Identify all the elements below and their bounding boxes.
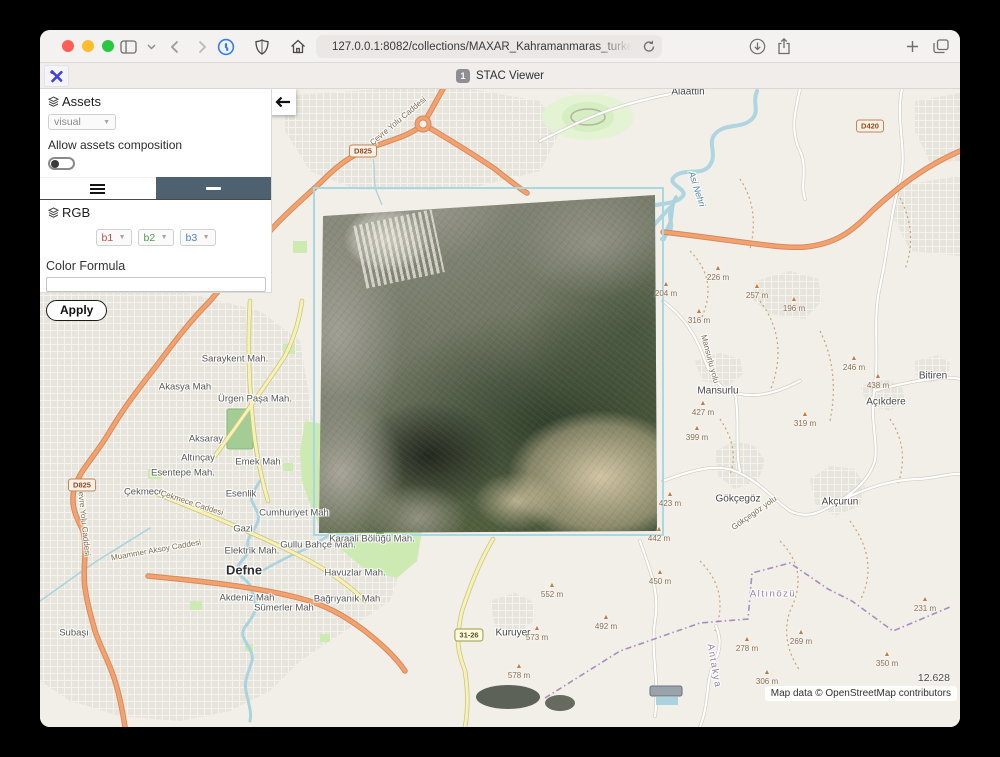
- tab-overview-icon[interactable]: [931, 37, 951, 56]
- assets-label: Assets: [62, 94, 101, 109]
- tab-favicon-badge: 1: [456, 69, 470, 83]
- chevron-down-icon: ▼: [161, 234, 168, 241]
- map-attribution: Map data © OpenStreetMap contributors: [765, 686, 957, 701]
- assets-select[interactable]: visual ▼: [48, 114, 116, 130]
- hamburger-icon: [90, 182, 105, 196]
- back-nav-icon[interactable]: [164, 37, 184, 56]
- browser-tab-bar: 1 STAC Viewer: [40, 63, 960, 89]
- band-red-select[interactable]: b1 ▼: [96, 229, 132, 246]
- color-formula-input[interactable]: [46, 277, 266, 292]
- home-icon[interactable]: [288, 37, 308, 56]
- url-text: 127.0.0.1:8082/collections/MAXAR_Kahrama…: [332, 41, 632, 53]
- browser-window: 127.0.0.1:8082/collections/MAXAR_Kahrama…: [40, 30, 960, 727]
- assets-stack-icon: [48, 96, 59, 107]
- zoom-level-display: 12.628: [918, 672, 950, 684]
- allow-assets-composition-label: Allow assets composition: [48, 138, 263, 152]
- apply-button[interactable]: Apply: [46, 300, 107, 321]
- forward-nav-icon[interactable]: [192, 37, 212, 56]
- new-tab-icon[interactable]: [902, 37, 922, 56]
- band-selectors: b1 ▼ b2 ▼ b3 ▼: [40, 229, 271, 246]
- minus-icon: [206, 187, 221, 190]
- satellite-image-overlay: [313, 187, 664, 536]
- chevron-down-icon: ▼: [119, 234, 126, 241]
- sidebar-toggle-icon[interactable]: [118, 37, 138, 56]
- tab-minimize[interactable]: [156, 177, 272, 199]
- close-window-button[interactable]: [62, 40, 74, 52]
- color-formula-label: Color Formula: [46, 259, 265, 273]
- toggle-knob: [51, 160, 59, 168]
- privacy-shield-icon[interactable]: [252, 37, 272, 56]
- rgb-stack-icon: [48, 207, 59, 218]
- tab-band-controls[interactable]: [40, 177, 156, 199]
- reload-icon[interactable]: [643, 40, 655, 58]
- share-icon[interactable]: [774, 37, 794, 56]
- viewer-control-panel: Assets visual ▼ Allow assets composition: [40, 89, 272, 293]
- band-green-select[interactable]: b2 ▼: [138, 229, 174, 246]
- assets-composition-toggle[interactable]: [48, 157, 75, 170]
- address-bar[interactable]: 127.0.0.1:8082/collections/MAXAR_Kahrama…: [316, 35, 662, 58]
- chevron-down-icon: ▼: [203, 234, 210, 241]
- tab-title[interactable]: STAC Viewer: [476, 70, 544, 82]
- page-content: AlaattinGunyazıSaraykent Mah.Akasya MahÜ…: [40, 89, 960, 727]
- browser-toolbar: 127.0.0.1:8082/collections/MAXAR_Kahrama…: [40, 30, 960, 63]
- panel-tab-strip: [40, 177, 271, 200]
- minimize-window-button[interactable]: [82, 40, 94, 52]
- onepassword-extension-icon[interactable]: [216, 37, 236, 56]
- band-blue-select[interactable]: b3 ▼: [180, 229, 216, 246]
- crossed-tools-icon: [50, 70, 63, 83]
- zoom-window-button[interactable]: [102, 40, 114, 52]
- rgb-label: RGB: [62, 205, 90, 220]
- chevron-down-icon: ▼: [103, 119, 110, 126]
- viewer-tools-tab[interactable]: [44, 65, 69, 87]
- left-arrow-icon: [275, 96, 291, 108]
- back-to-collection-button[interactable]: [270, 89, 296, 115]
- downloads-icon[interactable]: [747, 37, 767, 56]
- sidebar-chevron-icon[interactable]: [141, 37, 161, 56]
